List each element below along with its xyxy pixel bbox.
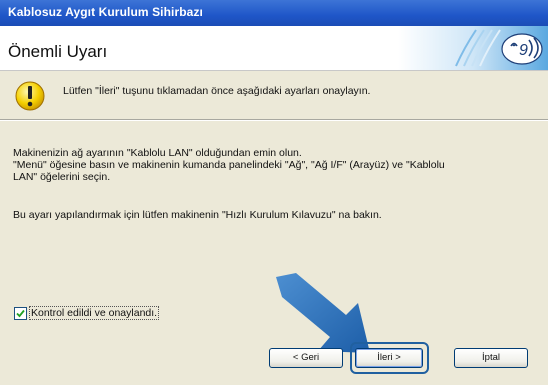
- instruction-line-1: Makinenizin ağ ayarının "Kablolu LAN" ol…: [13, 147, 302, 159]
- svg-text:9: 9: [519, 42, 528, 59]
- page-title: Önemli Uyarı: [8, 42, 108, 61]
- confirm-checkbox-label[interactable]: Kontrol edildi ve onaylandı.: [29, 306, 160, 320]
- instruction-line-2: "Menü" öğesine basın ve makinenin kumand…: [13, 159, 445, 171]
- warning-text: Lütfen "İleri" tuşunu tıklamadan önce aş…: [63, 85, 371, 97]
- warning-row: Lütfen "İleri" tuşunu tıklamadan önce aş…: [0, 71, 548, 119]
- next-button[interactable]: İleri >: [355, 348, 423, 368]
- wizard-content: Lütfen "İleri" tuşunu tıklamadan önce aş…: [0, 71, 548, 385]
- instruction-line-4: Bu ayarı yapılandırmak için lütfen makin…: [13, 209, 382, 221]
- warning-icon: [15, 81, 45, 111]
- divider-highlight: [0, 120, 548, 121]
- wizard-window: Kablosuz Aygıt Kurulum Sihirbazı Önemli …: [0, 0, 548, 385]
- cancel-button[interactable]: İptal: [454, 348, 528, 368]
- checkmark-icon: [16, 309, 25, 318]
- confirm-checkbox[interactable]: [14, 307, 27, 320]
- back-button[interactable]: < Geri: [269, 348, 343, 368]
- instruction-line-3: LAN" öğelerini seçin.: [13, 171, 111, 183]
- wizard-header: Önemli Uyarı 9: [0, 26, 548, 71]
- title-bar: Kablosuz Aygıt Kurulum Sihirbazı: [0, 0, 548, 26]
- wireless-logo-icon: 9: [398, 26, 548, 70]
- window-title: Kablosuz Aygıt Kurulum Sihirbazı: [8, 5, 203, 19]
